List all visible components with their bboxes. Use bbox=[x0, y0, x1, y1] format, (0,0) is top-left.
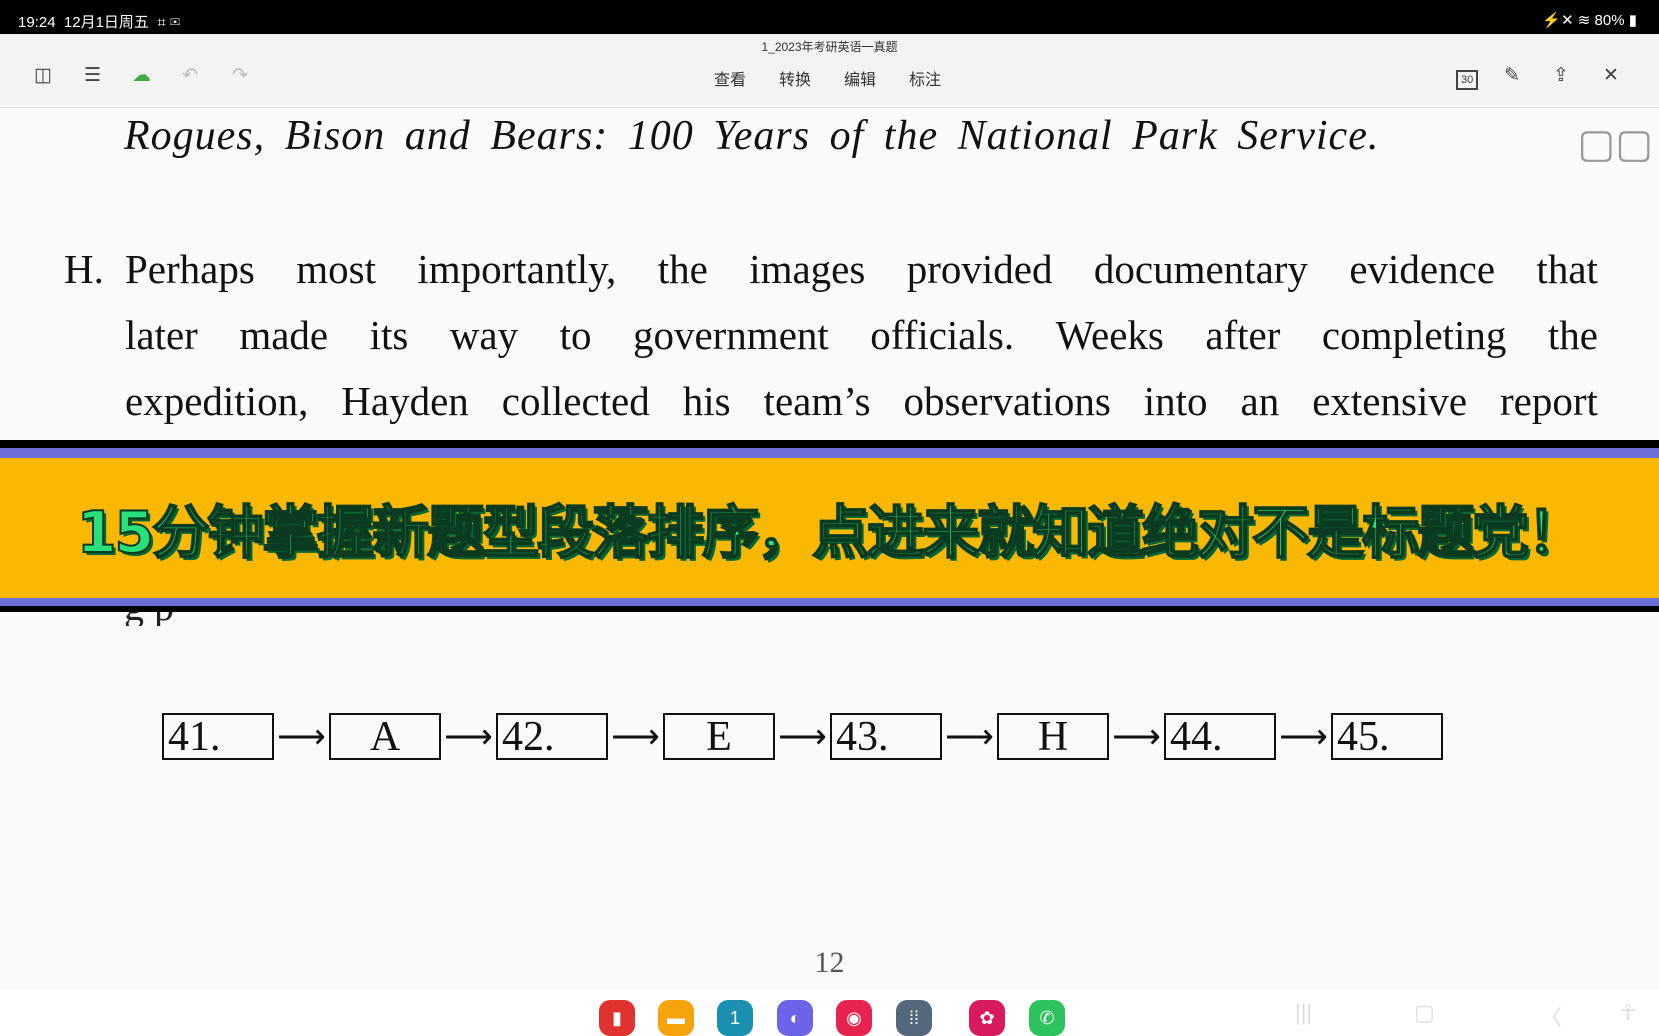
clock: 19:24 bbox=[18, 14, 56, 31]
arrow-icon: ⟶ bbox=[778, 718, 827, 756]
screen-recorder-icon[interactable]: ◉ bbox=[836, 1000, 872, 1036]
undo-icon[interactable]: ↶ bbox=[182, 64, 198, 87]
arrow-icon: ⟶ bbox=[444, 718, 493, 756]
word: his bbox=[682, 378, 731, 424]
sequence-box: A bbox=[329, 713, 441, 760]
wifi-icon: ⚡✕ ≋ bbox=[1542, 12, 1595, 29]
gallery-app-icon[interactable]: ✿ bbox=[969, 1000, 1005, 1036]
arrow-icon: ⟶ bbox=[1112, 718, 1161, 756]
italic-line: Rogues, Bison and Bears: 100 Years of th… bbox=[124, 113, 1380, 159]
battery-level: 80% bbox=[1594, 12, 1625, 29]
word: the bbox=[1547, 312, 1598, 358]
menu-view[interactable]: 查看 bbox=[714, 66, 746, 90]
word: most bbox=[296, 246, 376, 292]
sequence-box: 44. bbox=[1164, 713, 1276, 760]
apps-grid-icon[interactable]: ⁞⁞ bbox=[896, 1000, 932, 1036]
sequence-row: 41. ⟶ A ⟶ 42. ⟶ E ⟶ 43. ⟶ H ⟶ 44. ⟶ 45. bbox=[162, 713, 1443, 760]
pen-icon[interactable]: ✎ bbox=[1504, 64, 1520, 87]
word: into bbox=[1143, 378, 1208, 424]
paragraph-h: H. Perhaps most importantly, the images provi… bbox=[64, 236, 1598, 434]
word: an bbox=[1240, 378, 1280, 424]
paragraph-label: H. bbox=[64, 246, 104, 292]
internet-app-icon[interactable]: ◐ bbox=[777, 1000, 813, 1036]
word: provided bbox=[906, 246, 1053, 292]
back-icon[interactable]: 〈 bbox=[1540, 1000, 1562, 1032]
sequence-box: 42. bbox=[496, 713, 608, 760]
word: later bbox=[125, 312, 198, 358]
word: way bbox=[449, 312, 519, 358]
recents-icon[interactable]: ||| bbox=[1295, 1000, 1312, 1026]
calendar-app-icon[interactable]: 1 bbox=[717, 1000, 753, 1036]
menu-convert[interactable]: 转换 bbox=[779, 66, 811, 90]
accessibility-icon[interactable]: ☥ bbox=[1620, 1000, 1636, 1026]
arrow-icon: ⟶ bbox=[945, 718, 994, 756]
files-app-icon[interactable]: ▬ bbox=[658, 1000, 694, 1036]
wechat-app-icon[interactable]: ✆ bbox=[1029, 1000, 1065, 1036]
notes-app-icon[interactable]: ▮ bbox=[599, 1000, 635, 1036]
word: observations bbox=[903, 378, 1111, 424]
menu-annotate[interactable]: 标注 bbox=[909, 66, 941, 90]
sequence-box: H bbox=[997, 713, 1109, 760]
redo-icon[interactable]: ↷ bbox=[232, 64, 248, 87]
date: 12月1日周五 bbox=[63, 14, 149, 31]
arrow-icon: ⟶ bbox=[1279, 718, 1328, 756]
app-toolbar: 1_2023年考研英语一真题 ◫ ☰ ☁ ↶ ↷ 查看 转换 编辑 标注 30 … bbox=[0, 34, 1659, 108]
word: collected bbox=[501, 378, 650, 424]
word: importantly, bbox=[417, 246, 617, 292]
word: report bbox=[1500, 378, 1598, 424]
word: evidence bbox=[1349, 246, 1496, 292]
word: government bbox=[632, 312, 829, 358]
banner-text: 15分钟掌握新题型段落排序，点进来就知道绝对不是标题党！ bbox=[76, 499, 1585, 567]
word: extensive bbox=[1312, 378, 1468, 424]
calendar-icon[interactable]: 30 bbox=[1456, 70, 1479, 90]
word: team’s bbox=[763, 378, 871, 424]
word: to bbox=[559, 312, 592, 358]
word: made bbox=[239, 312, 329, 358]
para-line: later made its way to government officials. Wee… bbox=[125, 302, 1598, 368]
sequence-box: 45. bbox=[1331, 713, 1443, 760]
word: Weeks bbox=[1055, 312, 1164, 358]
share-icon[interactable]: ⇪ bbox=[1553, 64, 1569, 87]
word: its bbox=[369, 312, 409, 358]
word: images bbox=[749, 246, 866, 292]
outline-menu-icon[interactable]: ☰ bbox=[84, 64, 101, 87]
sequence-box: E bbox=[663, 713, 775, 760]
word: completing bbox=[1321, 312, 1507, 358]
thumbnail-grid-icon[interactable]: ▢▢ bbox=[1577, 120, 1653, 167]
word: documentary bbox=[1093, 246, 1308, 292]
page-number: 12 bbox=[814, 946, 845, 979]
close-icon[interactable]: ✕ bbox=[1603, 64, 1619, 87]
word: the bbox=[657, 246, 708, 292]
para-line: Perhaps most importantly, the images provided… bbox=[125, 236, 1598, 302]
sidebar-toggle-icon[interactable]: ◫ bbox=[34, 64, 52, 87]
arrow-icon: ⟶ bbox=[277, 718, 326, 756]
para-line: expedition, Hayden collected his team’s obser… bbox=[125, 368, 1598, 434]
status-bar: 19:24 12月1日周五 ⌗ ✉ ⚡✕ ≋ 80% ▮ bbox=[0, 0, 1659, 34]
word: Hayden bbox=[341, 378, 469, 424]
word: expedition, bbox=[125, 378, 309, 424]
home-icon[interactable]: ▢ bbox=[1414, 1000, 1435, 1026]
word: after bbox=[1205, 312, 1281, 358]
word: Perhaps bbox=[125, 246, 255, 292]
document-title: 1_2023年考研英语一真题 bbox=[761, 40, 898, 54]
sequence-box: 41. bbox=[162, 713, 274, 760]
title-banner: 15分钟掌握新题型段落排序，点进来就知道绝对不是标题党！ bbox=[0, 440, 1659, 612]
cloud-sync-icon[interactable]: ☁ bbox=[132, 64, 151, 87]
menu-edit[interactable]: 编辑 bbox=[844, 66, 876, 90]
word: officials. bbox=[870, 312, 1015, 358]
taskbar: ▮ ▬ 1 ◐ ◉ ⁞⁞ ✿ ✆ ||| ▢ 〈 ☥ bbox=[0, 990, 1659, 1036]
arrow-icon: ⟶ bbox=[611, 718, 660, 756]
word: that bbox=[1536, 246, 1598, 292]
sequence-box: 43. bbox=[830, 713, 942, 760]
